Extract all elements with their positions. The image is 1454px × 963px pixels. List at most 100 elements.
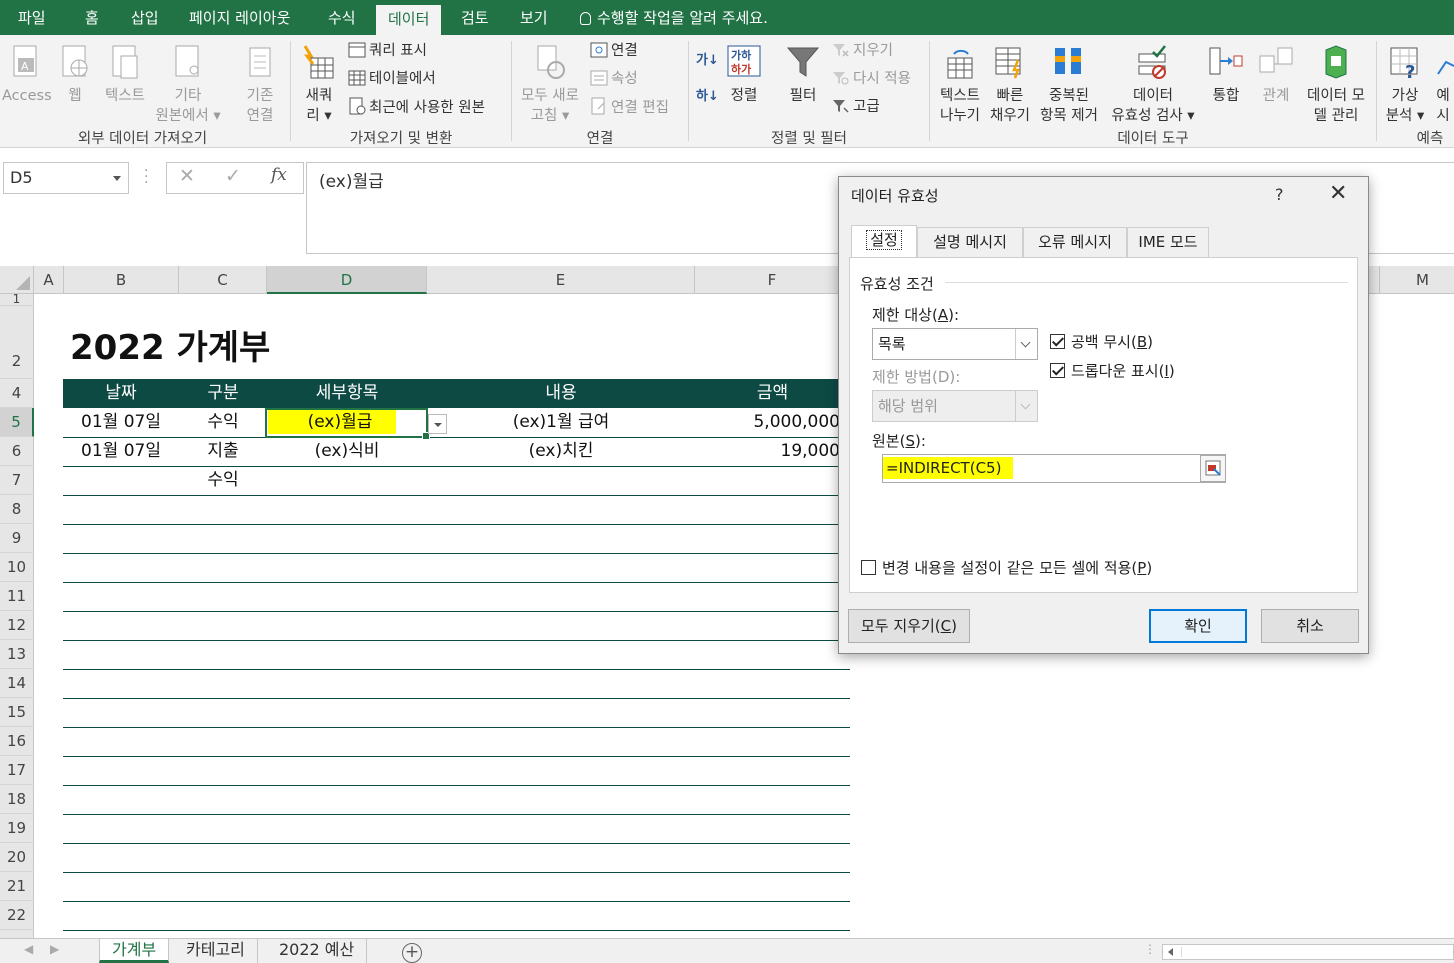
in-cell-dropdown-checkbox[interactable]: [1050, 363, 1065, 378]
relationships-button[interactable]: 관계: [1254, 44, 1298, 106]
cell-f5[interactable]: 5,000,000: [695, 408, 840, 437]
column-header-a[interactable]: A: [34, 266, 64, 294]
row-header-17[interactable]: 17: [0, 756, 34, 785]
cell-e5[interactable]: (ex)1월 급여: [427, 408, 695, 437]
sheet-title[interactable]: 2022 가계부: [70, 320, 270, 369]
tab-page-layout[interactable]: 페이지 레이아웃: [189, 0, 290, 35]
sheet-tab-budget[interactable]: 가계부: [99, 939, 170, 963]
column-header-c[interactable]: C: [179, 266, 267, 294]
row-header-16[interactable]: 16: [0, 727, 34, 756]
remove-duplicates-button[interactable]: 중복된 항목 제거: [1034, 44, 1104, 126]
header-amount[interactable]: 금액: [695, 379, 850, 408]
select-all-button[interactable]: [0, 266, 34, 294]
column-header-b[interactable]: B: [64, 266, 179, 294]
split-handle-icon[interactable]: ⋮: [1144, 942, 1156, 956]
range-selector-button[interactable]: [1200, 455, 1226, 482]
row-header-14[interactable]: 14: [0, 669, 34, 698]
row-header-5[interactable]: 5: [0, 408, 34, 437]
row-header-9[interactable]: 9: [0, 524, 34, 553]
cancel-icon[interactable]: ✕: [179, 165, 195, 187]
manage-data-model-button[interactable]: 데이터 모 델 관리: [1300, 44, 1372, 126]
horizontal-scrollbar[interactable]: [1162, 944, 1454, 960]
clear-filter-button[interactable]: 지우기: [832, 41, 893, 61]
row-header-11[interactable]: 11: [0, 582, 34, 611]
sort-button[interactable]: 가하 하가 정렬: [722, 44, 766, 106]
row-header-19[interactable]: 19: [0, 814, 34, 843]
sheet-tab-category[interactable]: 카테고리: [174, 939, 258, 963]
column-header-d[interactable]: D: [267, 266, 427, 294]
from-text-button[interactable]: 텍스트: [100, 44, 150, 106]
sheet-tab-2022-budget[interactable]: 2022 예산: [267, 939, 368, 963]
prev-sheet-icon[interactable]: ◀: [24, 942, 33, 956]
recent-sources-button[interactable]: 최근에 사용한 원본: [348, 97, 485, 118]
sort-asc-icon[interactable]: 가↓: [696, 51, 719, 71]
cell-e6[interactable]: (ex)치킨: [427, 437, 695, 466]
cancel-button[interactable]: 취소: [1261, 609, 1359, 643]
row-header-8[interactable]: 8: [0, 495, 34, 524]
properties-button[interactable]: 속성: [590, 69, 638, 89]
cell-dropdown-button[interactable]: [428, 414, 447, 434]
column-header-f[interactable]: F: [695, 266, 850, 294]
cell-b6[interactable]: 01월 07일: [63, 437, 179, 466]
web-button[interactable]: 웹: [58, 44, 92, 106]
other-sources-button[interactable]: 기타 원본에서 ▾: [150, 44, 226, 126]
header-detail[interactable]: 세부항목: [267, 379, 427, 408]
insert-function-icon[interactable]: fx: [271, 165, 287, 185]
tab-formulas[interactable]: 수식: [328, 0, 356, 35]
source-input[interactable]: =INDIRECT(C5): [882, 454, 1226, 483]
cell-d6[interactable]: (ex)식비: [267, 437, 427, 466]
next-sheet-icon[interactable]: ▶: [50, 942, 59, 956]
chevron-down-icon[interactable]: [113, 176, 121, 181]
row-header-18[interactable]: 18: [0, 785, 34, 814]
new-query-button[interactable]: 새쿼 리 ▾: [298, 44, 340, 126]
cell-c6[interactable]: 지출: [179, 437, 267, 466]
forecast-sheet-button[interactable]: 예 시: [1432, 44, 1454, 126]
reapply-button[interactable]: 다시 적용: [832, 69, 911, 89]
tab-input-message[interactable]: 설명 메시지: [917, 227, 1023, 257]
row-header-7[interactable]: 7: [0, 466, 34, 495]
allow-select[interactable]: 목록: [872, 328, 1038, 360]
row-header-13[interactable]: 13: [0, 640, 34, 669]
tab-error-alert[interactable]: 오류 메시지: [1023, 227, 1127, 257]
add-sheet-icon[interactable]: +: [402, 943, 422, 963]
row-header-12[interactable]: 12: [0, 611, 34, 640]
connections-button[interactable]: 연결: [590, 41, 638, 61]
advanced-filter-button[interactable]: 고급: [832, 97, 880, 117]
tab-data[interactable]: 데이터: [376, 5, 442, 35]
filter-button[interactable]: 필터: [782, 44, 824, 106]
close-icon[interactable]: ✕: [1329, 181, 1347, 206]
tab-settings[interactable]: 설정: [851, 225, 917, 257]
tab-home[interactable]: 홈: [85, 0, 99, 35]
data-validation-button[interactable]: 데이터 유효성 검사 ▾: [1104, 44, 1202, 126]
row-header-6[interactable]: 6: [0, 437, 34, 466]
tab-insert[interactable]: 삽입: [131, 0, 159, 35]
header-date[interactable]: 날짜: [63, 379, 179, 408]
row-header-4[interactable]: 4: [0, 379, 34, 408]
refresh-all-button[interactable]: 모두 새로 고침 ▾: [516, 44, 584, 126]
row-header-22[interactable]: 22: [0, 901, 34, 930]
column-header-m[interactable]: M: [1380, 266, 1454, 294]
row-header-1[interactable]: 1: [0, 293, 34, 306]
row-header-21[interactable]: 21: [0, 872, 34, 901]
tab-review[interactable]: 검토: [461, 0, 489, 35]
ok-button[interactable]: 확인: [1149, 609, 1247, 643]
row-header-15[interactable]: 15: [0, 698, 34, 727]
cell-c7[interactable]: 수익: [179, 466, 267, 495]
consolidate-button[interactable]: 통합: [1204, 44, 1248, 106]
clear-all-button[interactable]: 모두 지우기(C): [848, 609, 970, 643]
apply-all-checkbox[interactable]: [861, 560, 876, 575]
header-category[interactable]: 구분: [179, 379, 267, 408]
tab-view[interactable]: 보기: [520, 0, 548, 35]
access-button[interactable]: A Access: [2, 44, 52, 106]
name-box[interactable]: D5: [3, 162, 129, 194]
scrollbar-thumb[interactable]: [1181, 947, 1451, 957]
tab-ime-mode[interactable]: IME 모드: [1127, 227, 1209, 257]
cell-f6[interactable]: 19,000: [695, 437, 840, 466]
row-header-2[interactable]: 2: [0, 306, 34, 379]
column-header-e[interactable]: E: [427, 266, 695, 294]
show-queries-button[interactable]: 쿼리 표시: [348, 41, 427, 61]
existing-connections-button[interactable]: 기존 연결: [238, 44, 282, 126]
header-content[interactable]: 내용: [427, 379, 695, 408]
cell-b5[interactable]: 01월 07일: [63, 408, 179, 437]
text-to-columns-button[interactable]: 텍스트 나누기: [934, 44, 986, 126]
